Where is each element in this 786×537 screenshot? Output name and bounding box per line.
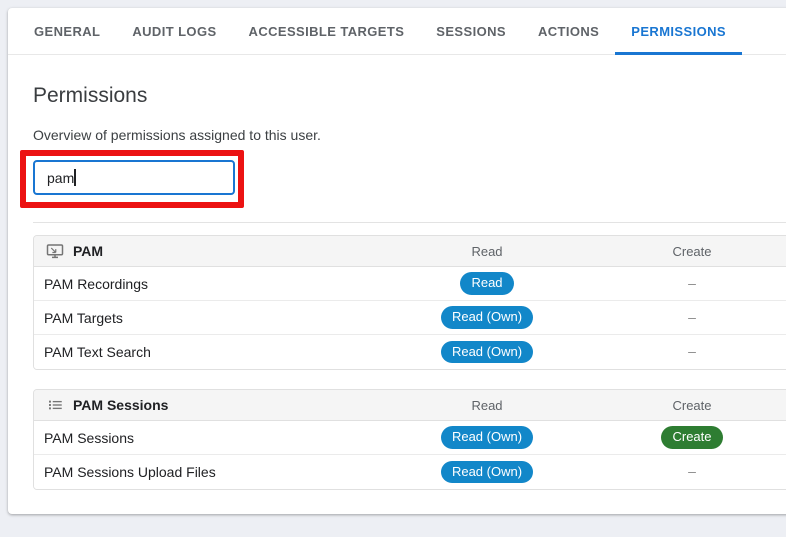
permission-name: PAM Recordings xyxy=(34,276,394,292)
table-row: PAM Text Search Read (Own) – xyxy=(34,335,786,369)
permission-name: PAM Sessions xyxy=(34,430,394,446)
tab-audit-logs[interactable]: AUDIT LOGS xyxy=(116,8,232,54)
tab-bar: GENERAL AUDIT LOGS ACCESSIBLE TARGETS SE… xyxy=(8,8,786,55)
permission-name: PAM Targets xyxy=(34,310,394,326)
tab-accessible-targets[interactable]: ACCESSIBLE TARGETS xyxy=(233,8,421,54)
column-header-create: Create xyxy=(580,244,786,259)
page-subtitle: Overview of permissions assigned to this… xyxy=(33,127,321,143)
table-row: PAM Sessions Read (Own) Create xyxy=(34,421,786,455)
read-badge: Read (Own) xyxy=(441,306,533,329)
permission-name: PAM Sessions Upload Files xyxy=(34,464,394,480)
page-title: Permissions xyxy=(33,84,147,108)
read-badge: Read (Own) xyxy=(441,341,533,364)
read-badge: Read (Own) xyxy=(441,426,533,449)
group-title-cell: PAM xyxy=(34,242,394,260)
permissions-filter-input[interactable] xyxy=(33,160,235,195)
permission-name: PAM Text Search xyxy=(34,344,394,360)
permissions-table-pam-sessions: PAM Sessions Read Create PAM Sessions Re… xyxy=(33,389,786,490)
section-divider xyxy=(33,222,786,223)
list-icon xyxy=(46,396,64,414)
read-badge: Read (Own) xyxy=(441,461,533,484)
create-badge: Create xyxy=(661,426,722,449)
tab-actions[interactable]: ACTIONS xyxy=(522,8,615,54)
group-title: PAM Sessions xyxy=(73,397,168,413)
no-permission-dash: – xyxy=(688,343,696,359)
table-row: PAM Recordings Read – xyxy=(34,267,786,301)
table-group-header: PAM Read Create xyxy=(34,236,786,267)
table-group-header: PAM Sessions Read Create xyxy=(34,390,786,421)
remote-desktop-icon xyxy=(46,242,64,260)
tab-general[interactable]: GENERAL xyxy=(18,8,116,54)
no-permission-dash: – xyxy=(688,275,696,291)
group-title: PAM xyxy=(73,243,103,259)
table-row: PAM Targets Read (Own) – xyxy=(34,301,786,335)
no-permission-dash: – xyxy=(688,309,696,325)
read-badge: Read xyxy=(460,272,513,295)
detail-card: GENERAL AUDIT LOGS ACCESSIBLE TARGETS SE… xyxy=(8,8,786,514)
search-field-wrap xyxy=(33,160,235,195)
tab-sessions[interactable]: SESSIONS xyxy=(420,8,522,54)
permissions-table-pam: PAM Read Create PAM Recordings Read – PA… xyxy=(33,235,786,370)
column-header-read: Read xyxy=(394,398,580,413)
no-permission-dash: – xyxy=(688,463,696,479)
group-title-cell: PAM Sessions xyxy=(34,396,394,414)
table-row: PAM Sessions Upload Files Read (Own) – xyxy=(34,455,786,489)
column-header-create: Create xyxy=(580,398,786,413)
column-header-read: Read xyxy=(394,244,580,259)
tab-permissions[interactable]: PERMISSIONS xyxy=(615,8,742,54)
